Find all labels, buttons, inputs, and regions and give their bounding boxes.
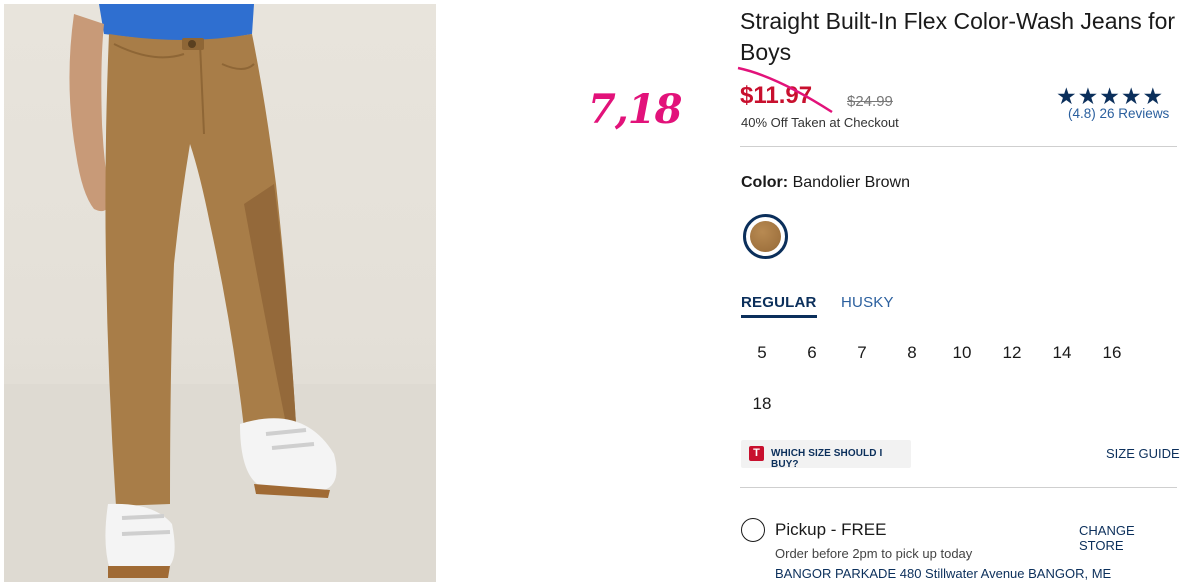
color-name: Bandolier Brown <box>792 174 910 191</box>
rating-value: (4.8) <box>1068 106 1096 121</box>
reviews-count: 26 Reviews <box>1099 106 1170 121</box>
pickup-note: Order before 2pm to pick up today <box>775 546 973 561</box>
tab-husky[interactable]: HUSKY <box>841 294 894 311</box>
original-price: $24.99 <box>847 93 893 110</box>
divider <box>740 487 1177 488</box>
size-option-8[interactable]: 8 <box>890 343 934 363</box>
product-title: Straight Built-In Flex Color-Wash Jeans … <box>740 8 1176 65</box>
jeans-photo-illustration <box>4 4 436 582</box>
size-option-6[interactable]: 6 <box>790 343 834 363</box>
color-swatch-selected[interactable] <box>743 214 788 259</box>
price-strike-mark <box>737 66 833 114</box>
which-size-label: WHICH SIZE SHOULD I BUY? <box>771 448 883 470</box>
rating-stars-icon[interactable]: ★★★★★ <box>1056 84 1164 108</box>
size-option-10[interactable]: 10 <box>940 343 984 363</box>
tab-regular[interactable]: REGULAR <box>741 294 817 318</box>
pickup-radio[interactable] <box>741 518 765 542</box>
reviews-link[interactable]: (4.8) 26 Reviews <box>1068 106 1169 121</box>
size-option-14[interactable]: 14 <box>1040 343 1084 363</box>
size-option-7[interactable]: 7 <box>840 343 884 363</box>
pickup-label[interactable]: Pickup - FREE <box>775 520 886 540</box>
price-annotation: 7,18 <box>588 86 682 133</box>
product-image[interactable] <box>4 4 436 582</box>
size-option-12[interactable]: 12 <box>990 343 1034 363</box>
size-option-5[interactable]: 5 <box>740 343 784 363</box>
discount-note: 40% Off Taken at Checkout <box>741 115 899 130</box>
divider <box>740 146 1177 147</box>
store-address-link[interactable]: BANGOR PARKADE 480 Stillwater Avenue BAN… <box>775 566 1111 581</box>
change-store-link[interactable]: CHANGE STORE <box>1079 523 1180 553</box>
color-selection-label: Color: Bandolier Brown <box>741 174 910 192</box>
size-option-16[interactable]: 16 <box>1090 343 1134 363</box>
bandolier-brown-swatch <box>750 221 781 252</box>
color-label: Color: <box>741 174 789 191</box>
which-size-button[interactable]: T WHICH SIZE SHOULD I BUY? <box>741 440 911 470</box>
size-option-18[interactable]: 18 <box>740 394 784 414</box>
true-fit-logo-icon: T <box>749 446 764 461</box>
size-guide-link[interactable]: SIZE GUIDE <box>1106 446 1180 461</box>
